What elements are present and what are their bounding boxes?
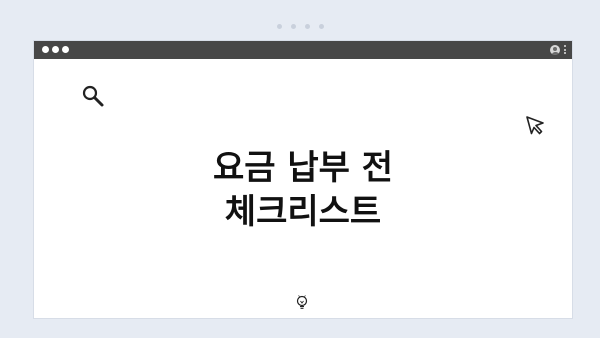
pager-dot[interactable] xyxy=(304,24,310,29)
pager-dot[interactable] xyxy=(276,24,282,29)
window-controls xyxy=(42,46,69,53)
slide-canvas: 요금 납부 전 체크리스트 xyxy=(0,0,600,338)
window-content: 요금 납부 전 체크리스트 xyxy=(34,59,572,318)
browser-window: 요금 납부 전 체크리스트 xyxy=(34,41,572,318)
lightbulb-icon xyxy=(296,295,308,309)
pager-dot[interactable] xyxy=(318,24,324,29)
page-title: 요금 납부 전 체크리스트 xyxy=(34,146,572,234)
window-control-dot[interactable] xyxy=(42,46,49,53)
slide-pager xyxy=(0,24,600,29)
page-title-line-1: 요금 납부 전 xyxy=(212,148,394,188)
titlebar-actions xyxy=(550,44,566,55)
profile-icon[interactable] xyxy=(550,44,560,55)
pager-dot[interactable] xyxy=(290,24,296,29)
cursor-arrow-icon xyxy=(526,116,544,135)
kebab-menu-icon[interactable] xyxy=(564,44,566,55)
page-title-line-2: 체크리스트 xyxy=(224,192,382,232)
window-control-dot[interactable] xyxy=(52,46,59,53)
window-control-dot[interactable] xyxy=(62,46,69,53)
search-icon xyxy=(82,85,104,107)
window-titlebar xyxy=(34,41,572,59)
